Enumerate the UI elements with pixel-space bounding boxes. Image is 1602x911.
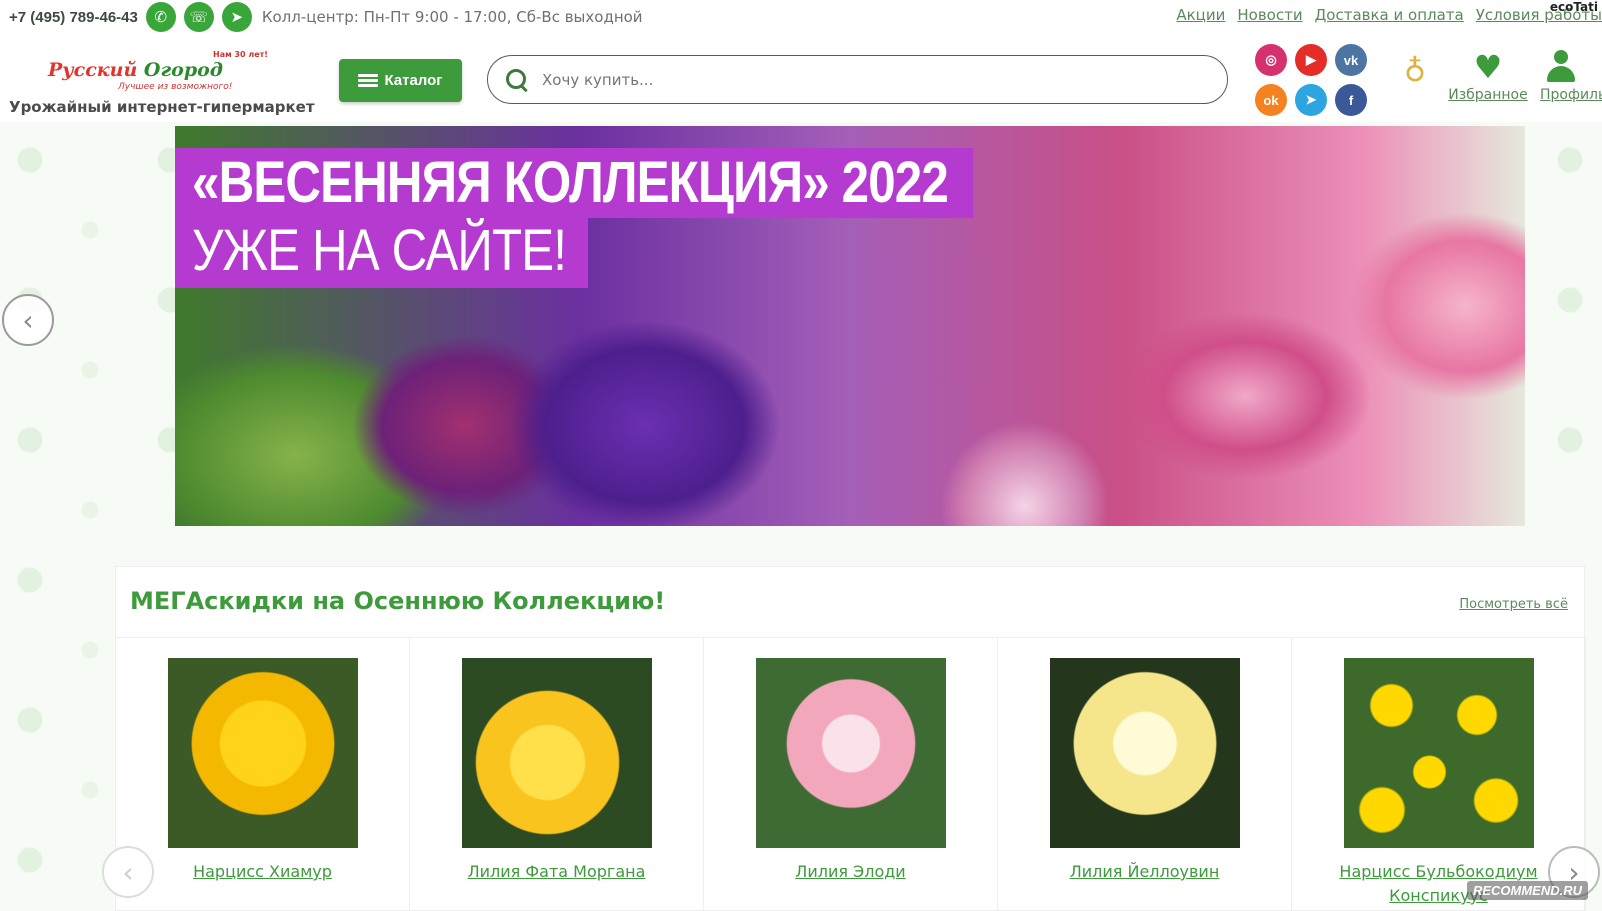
instagram-icon[interactable]: ◎ bbox=[1255, 44, 1287, 76]
odnoklassniki-icon[interactable]: ok bbox=[1255, 84, 1287, 116]
top-link-news[interactable]: Новости bbox=[1237, 6, 1302, 24]
viber-icon[interactable]: ☏ bbox=[183, 2, 214, 32]
search-box bbox=[487, 55, 1228, 104]
heart-icon: ♥ bbox=[1473, 48, 1503, 86]
banner-title-line1: «ВЕСЕННЯЯ КОЛЛЕКЦИЯ» 2022 bbox=[175, 148, 974, 218]
youtube-icon[interactable]: ▶ bbox=[1295, 44, 1327, 76]
watermark: RECOMMEND.RU bbox=[1466, 881, 1588, 900]
call-center-hours: Колл-центр: Пн-Пт 9:00 - 17:00, Сб-Вс вы… bbox=[261, 8, 643, 26]
top-link-promotions[interactable]: Акции bbox=[1176, 6, 1225, 24]
logo-badge: Нам 30 лет! bbox=[213, 50, 268, 59]
user-tag: ecoTati bbox=[1549, 0, 1598, 14]
profile-link[interactable]: Профиль bbox=[1540, 87, 1602, 103]
top-links: Акции Новости Доставка и оплата Условия … bbox=[1176, 6, 1602, 24]
ring-icon[interactable]: ♁ bbox=[1400, 54, 1430, 104]
whatsapp-icon[interactable]: ✆ bbox=[145, 2, 176, 32]
product-image[interactable] bbox=[461, 658, 652, 848]
banner-title-line2: УЖЕ НА САЙТЕ! bbox=[175, 218, 589, 288]
product-card[interactable]: Лилия Йеллоувин bbox=[998, 638, 1292, 911]
product-card[interactable]: Нарцисс Хиамур bbox=[116, 638, 410, 911]
banner-prev-arrow[interactable]: ‹ bbox=[2, 294, 54, 346]
product-list: Нарцисс Хиамур Лилия Фата Моргана Лилия Эл… bbox=[116, 637, 1586, 911]
product-image[interactable] bbox=[755, 658, 946, 848]
product-link[interactable]: Лилия Элоди bbox=[704, 860, 997, 884]
view-all-link[interactable]: Посмотреть всё bbox=[1459, 597, 1568, 612]
products-prev-arrow[interactable]: ‹ bbox=[102, 846, 154, 898]
user-icon bbox=[1544, 50, 1578, 84]
product-image[interactable] bbox=[167, 658, 358, 848]
logo[interactable]: Русский Огород Нам 30 лет! Лучшее из воз… bbox=[48, 48, 276, 92]
search-input[interactable] bbox=[542, 70, 1182, 89]
profile[interactable]: Профиль bbox=[1540, 50, 1602, 103]
top-bar: +7 (495) 789-46-43 ✆ ☏ ➤ Колл-центр: Пн-… bbox=[0, 0, 1602, 34]
site-tagline: Урожайный интернет-гипермаркет bbox=[9, 98, 315, 116]
logo-text: Русский Огород bbox=[48, 59, 223, 81]
product-link[interactable]: Нарцисс Хиамур bbox=[116, 860, 409, 884]
phone-number[interactable]: +7 (495) 789-46-43 bbox=[9, 9, 138, 26]
catalog-label: Каталог bbox=[384, 72, 443, 89]
promo-banner[interactable]: «ВЕСЕННЯЯ КОЛЛЕКЦИЯ» 2022 УЖЕ НА САЙТЕ! bbox=[175, 126, 1525, 526]
telegram-icon[interactable]: ➤ bbox=[221, 2, 252, 32]
favorites-link[interactable]: Избранное bbox=[1448, 87, 1528, 103]
product-link[interactable]: Лилия Йеллоувин bbox=[998, 860, 1291, 884]
promo-title: МЕГАскидки на Осеннюю Коллекцию! bbox=[130, 587, 666, 615]
social-links: ◎ ▶ vk ok ➤ f bbox=[1255, 44, 1385, 116]
telegram-icon[interactable]: ➤ bbox=[1295, 84, 1327, 116]
product-link[interactable]: Лилия Фата Моргана bbox=[410, 860, 703, 884]
facebook-icon[interactable]: f bbox=[1335, 84, 1367, 116]
vk-icon[interactable]: vk bbox=[1335, 44, 1367, 76]
top-link-delivery[interactable]: Доставка и оплата bbox=[1315, 6, 1464, 24]
product-image[interactable] bbox=[1343, 658, 1534, 848]
product-image[interactable] bbox=[1049, 658, 1240, 848]
header: Русский Огород Нам 30 лет! Лучшее из воз… bbox=[0, 36, 1602, 122]
promo-section: МЕГАскидки на Осеннюю Коллекцию! Посмотр… bbox=[115, 566, 1586, 911]
menu-icon bbox=[358, 73, 379, 88]
logo-tagline: Лучшее из возможного! bbox=[118, 82, 233, 92]
search-icon[interactable] bbox=[506, 68, 528, 91]
product-card[interactable]: Лилия Фата Моргана bbox=[410, 638, 704, 911]
product-card[interactable]: Лилия Элоди bbox=[704, 638, 998, 911]
favorites[interactable]: ♥ Избранное bbox=[1448, 50, 1528, 103]
catalog-button[interactable]: Каталог bbox=[339, 59, 462, 102]
product-card[interactable]: Нарцисс Бульбокодиум Конспикуус bbox=[1292, 638, 1586, 911]
